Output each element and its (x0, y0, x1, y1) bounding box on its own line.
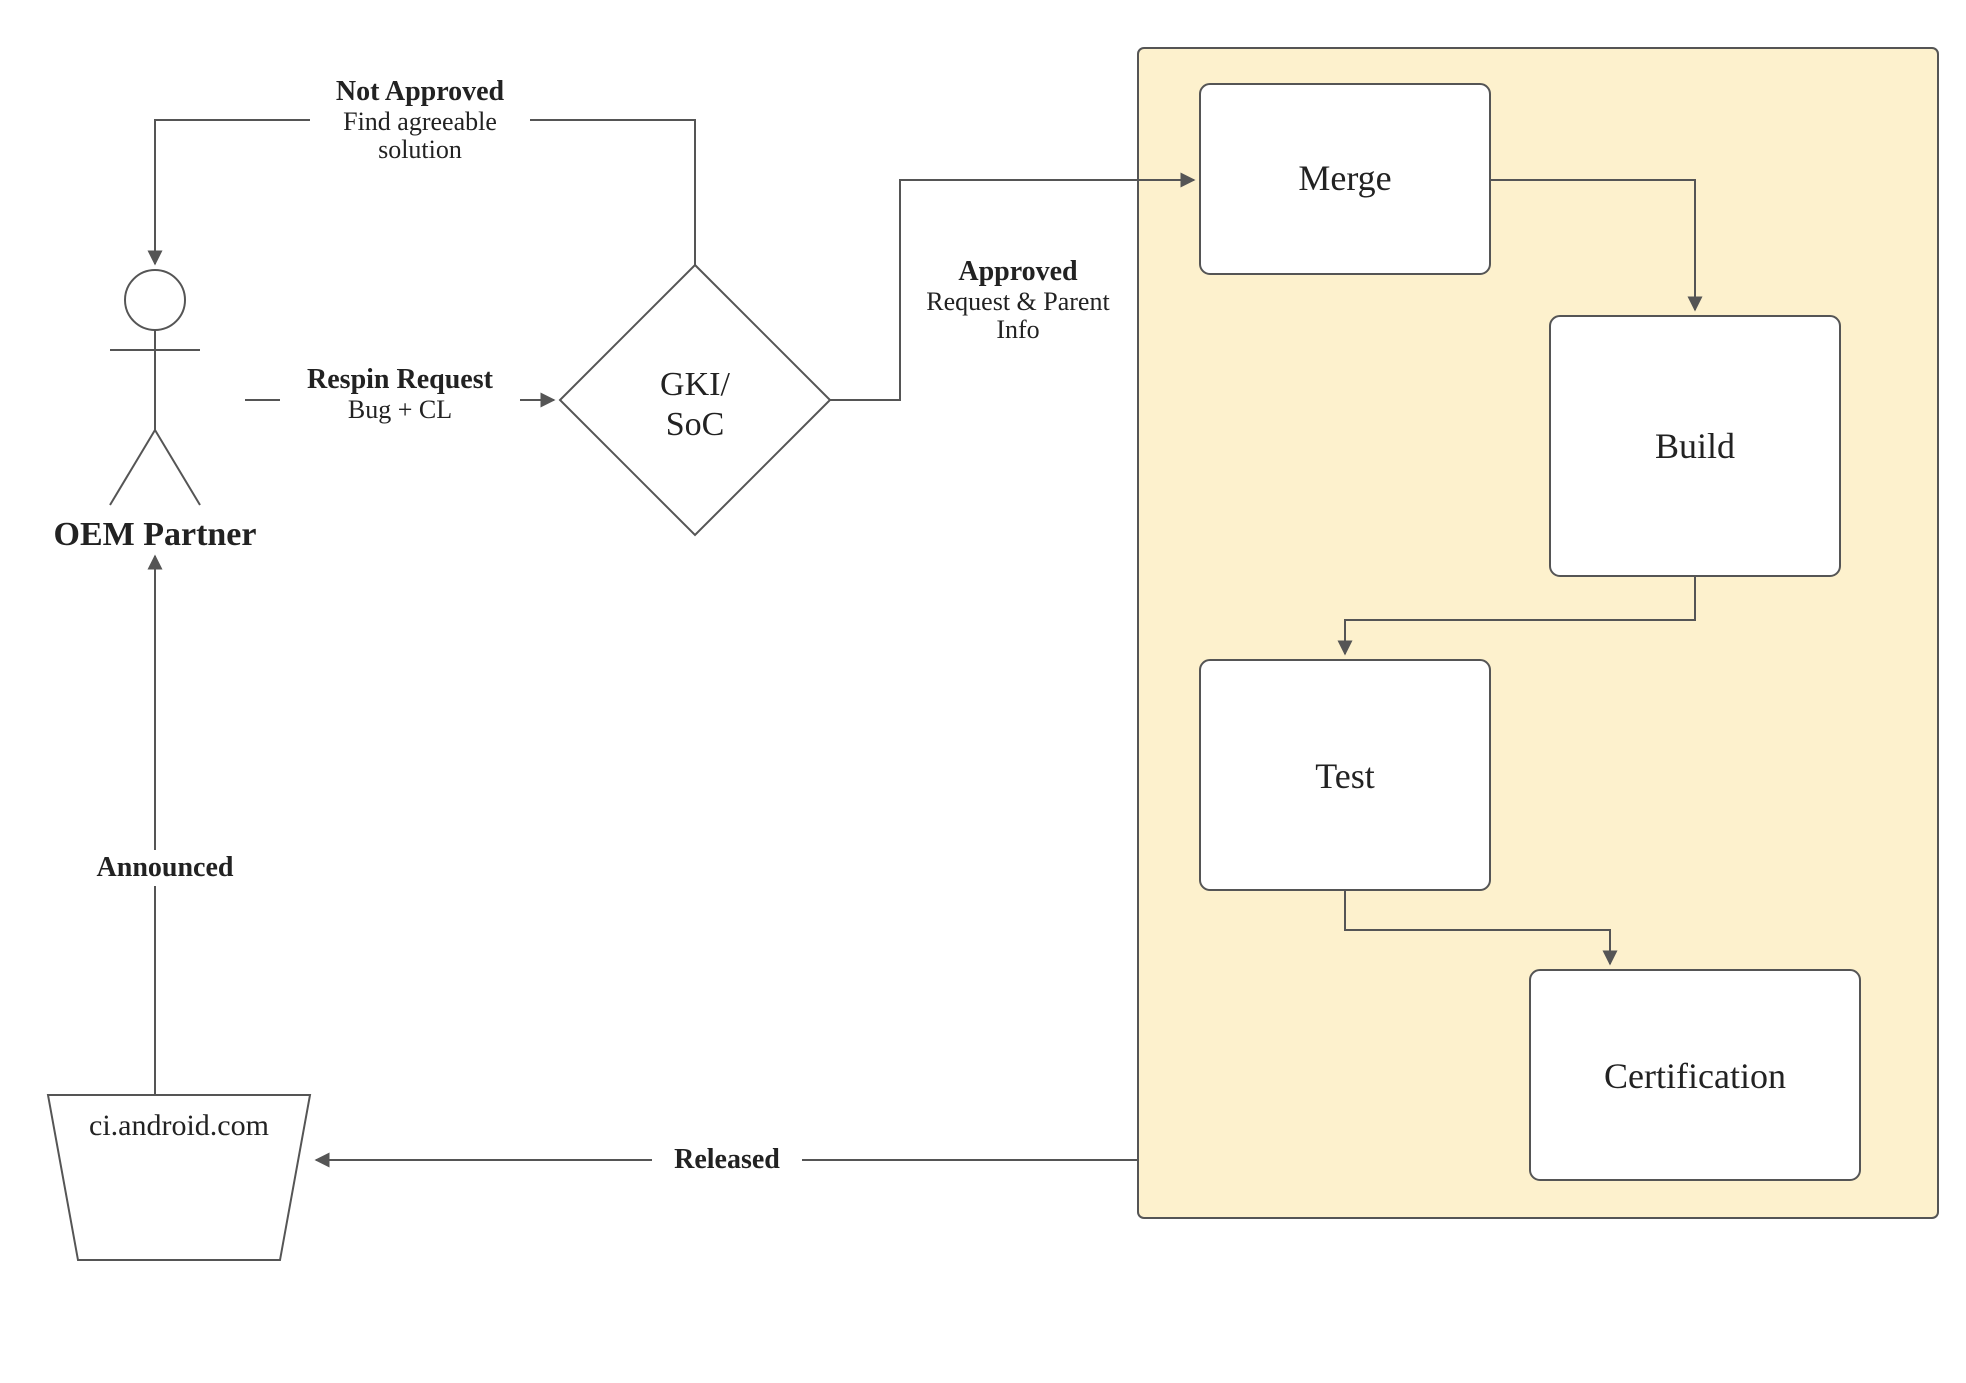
decision-line1: GKI/ (660, 366, 730, 403)
merge-label: Merge (1298, 158, 1391, 198)
approved-title: Approved (958, 256, 1078, 287)
respin-title: Respin Request (307, 364, 494, 395)
oem-partner-actor: OEM Partner (54, 270, 257, 553)
test-node: Test (1200, 660, 1490, 890)
decision-line2: SoC (666, 406, 725, 443)
released-label: Released (674, 1144, 780, 1175)
certification-label: Certification (1604, 1056, 1786, 1096)
announced-label: Announced (97, 852, 234, 883)
notapproved-sub2: solution (378, 135, 462, 164)
build-label: Build (1655, 426, 1735, 466)
test-label: Test (1315, 756, 1374, 796)
build-node: Build (1550, 316, 1840, 576)
ci-repo-node: ci.android.com (48, 1095, 310, 1260)
merge-node: Merge (1200, 84, 1490, 274)
notapproved-sub1: Find agreeable (343, 107, 497, 136)
ci-repo-label: ci.android.com (89, 1109, 269, 1142)
actor-label: OEM Partner (54, 516, 257, 553)
certification-node: Certification (1530, 970, 1860, 1180)
notapproved-title: Not Approved (336, 76, 505, 107)
diagram-canvas: Merge Build Test Certification OEM Partn… (0, 0, 1966, 1383)
respin-sub: Bug + CL (348, 395, 452, 424)
approved-sub2: Info (996, 315, 1039, 344)
decision-node: GKI/ SoC (560, 265, 830, 535)
approved-sub1: Request & Parent (926, 287, 1110, 316)
